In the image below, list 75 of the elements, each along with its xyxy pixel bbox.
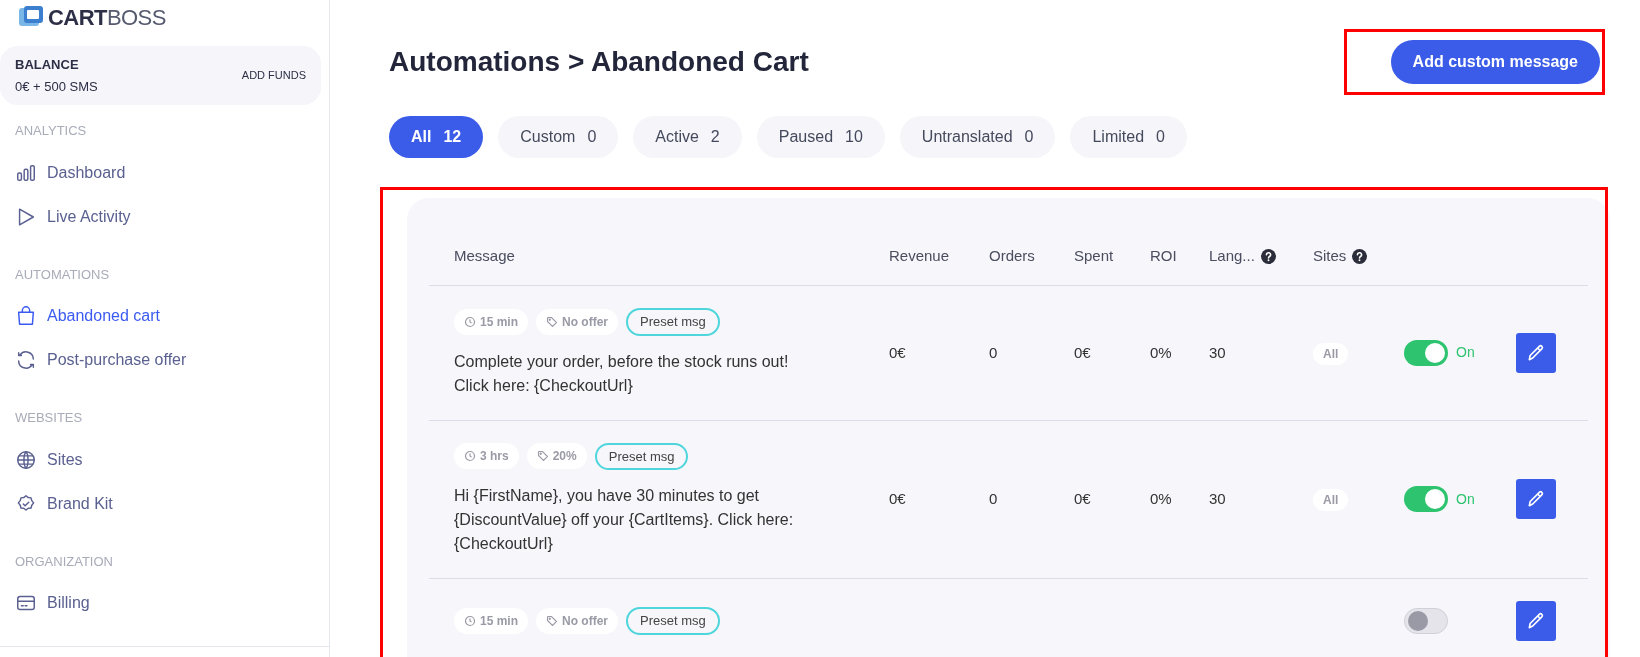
roi-cell-text: 0% xyxy=(1150,489,1173,509)
shopping-bag-icon xyxy=(15,305,37,327)
clock-icon xyxy=(464,615,476,627)
preset-tag: Preset msg xyxy=(626,308,720,336)
pencil-icon xyxy=(1526,611,1546,631)
nav-item[interactable]: Live Activity xyxy=(15,194,329,239)
filter-tab[interactable]: Untranslated 0 xyxy=(899,116,1056,158)
filter-tab[interactable]: Custom 0 xyxy=(498,116,619,158)
languages-cell-text: 30 xyxy=(1209,342,1227,363)
delay-chip: 15 min xyxy=(454,308,528,335)
section-heading: ORGANIZATION xyxy=(15,552,114,571)
status-label: On xyxy=(1456,343,1475,363)
message-text: Hi {FirstName}, you have 30 minutes to get {DiscountValue} off your {CartItems}. Click here: {CheckoutUrl} xyxy=(454,486,794,554)
revenue-cell-text: 0€ xyxy=(889,342,907,363)
edit-button[interactable] xyxy=(1516,601,1556,641)
tag-icon xyxy=(546,315,558,328)
filter-tab[interactable]: Paused 10 xyxy=(756,116,885,158)
balance-label: BALANCE xyxy=(15,56,80,74)
spent-cell-text: 0€ xyxy=(1074,489,1092,509)
spent-cell-text: 0€ xyxy=(1074,342,1092,363)
nav-item[interactable]: Abandoned cart xyxy=(15,294,329,338)
help-icon xyxy=(1352,249,1368,264)
toggle-switch[interactable] xyxy=(1404,339,1448,366)
logo-icon xyxy=(18,5,44,29)
status-label: On xyxy=(1456,489,1475,509)
orders-cell-text: 0 xyxy=(989,342,999,363)
offer-chip: No offer xyxy=(536,608,618,634)
languages-cell-text: 30 xyxy=(1209,489,1227,509)
column-header: Lang... xyxy=(1209,246,1255,267)
column-header: Orders xyxy=(989,246,1035,267)
refresh-icon xyxy=(15,349,37,371)
column-header: Revenue xyxy=(889,246,950,267)
toggle-switch[interactable] xyxy=(1404,486,1448,513)
section-heading: ANALYTICS xyxy=(15,122,88,140)
delay-chip: 15 min xyxy=(454,608,528,634)
message-text: Complete your order, before the stock runs out! Click here: {CheckoutUrl} xyxy=(454,351,790,396)
column-header: Sites xyxy=(1313,246,1347,267)
balance-value: 0€ + 500 SMS xyxy=(15,77,98,96)
tag-icon xyxy=(536,450,549,463)
preset-tag: Preset msg xyxy=(594,442,689,470)
clock-icon xyxy=(464,450,476,463)
help-icon xyxy=(1260,249,1276,264)
pencil-icon xyxy=(1526,342,1546,363)
offer-chip: No offer xyxy=(536,308,618,335)
sites-chip: All xyxy=(1313,489,1349,511)
tag-icon xyxy=(546,615,558,627)
edit-button[interactable] xyxy=(1516,332,1556,373)
column-header: ROI xyxy=(1150,246,1177,267)
section-heading: AUTOMATIONS xyxy=(15,265,111,284)
clock-icon xyxy=(464,315,476,328)
nav-item[interactable]: Sites xyxy=(15,437,329,482)
add-funds-button[interactable]: ADD FUNDS xyxy=(241,67,306,84)
nav-item[interactable]: Post-purchase offer xyxy=(15,338,329,382)
delay-chip: 3 hrs xyxy=(454,443,519,470)
globe-icon xyxy=(15,448,37,471)
column-header: Message xyxy=(454,246,515,267)
nav-item[interactable]: Dashboard xyxy=(15,150,329,195)
roi-cell-text: 0% xyxy=(1150,342,1173,363)
preset-tag: Preset msg xyxy=(626,607,720,635)
section-heading: WEBSITES xyxy=(15,409,84,427)
nav-item[interactable]: Billing xyxy=(15,581,329,625)
orders-cell-text: 0 xyxy=(989,489,999,509)
filter-tab[interactable]: All 12 xyxy=(389,116,484,158)
revenue-cell-text: 0€ xyxy=(889,489,907,509)
column-header: Spent xyxy=(1074,246,1114,267)
add-custom-message-button[interactable]: Add custom message xyxy=(1390,40,1600,84)
filter-tab[interactable]: Active 2 xyxy=(633,116,742,158)
offer-chip: 20% xyxy=(526,443,587,470)
logo-text: CARTBOSS xyxy=(48,3,166,32)
nav-item[interactable]: Brand Kit xyxy=(15,481,329,526)
edit-button[interactable] xyxy=(1516,479,1556,520)
page-title: Automations > Abandoned Cart xyxy=(389,45,809,79)
sites-chip: All xyxy=(1313,342,1349,365)
toggle-switch[interactable] xyxy=(1404,608,1448,634)
filter-tab[interactable]: Limited 0 xyxy=(1070,116,1187,158)
